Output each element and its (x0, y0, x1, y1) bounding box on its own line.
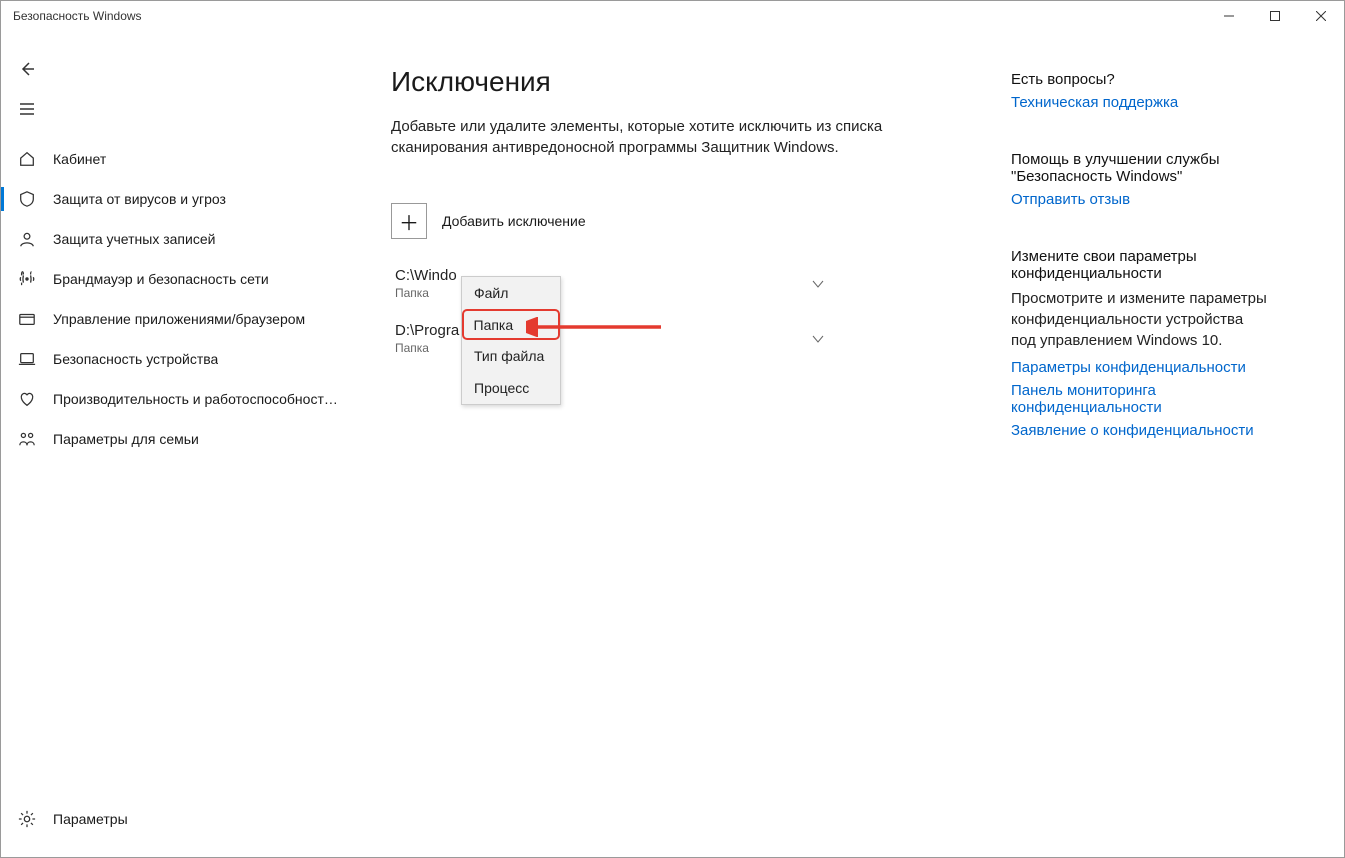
maximize-icon (1270, 11, 1280, 21)
help-text: Просмотрите и измените параметры конфиде… (1011, 288, 1271, 351)
nav-item-settings[interactable]: Параметры (1, 799, 341, 839)
add-exclusion-label: Добавить исключение (442, 213, 586, 229)
back-arrow-icon (19, 61, 35, 77)
window-title: Безопасность Windows (13, 9, 1206, 23)
nav-item-family[interactable]: Параметры для семьи (1, 419, 341, 459)
exclusion-path: C:\Windo (395, 267, 457, 284)
hamburger-icon (19, 101, 35, 117)
help-title: Измените свои параметры конфиденциальнос… (1011, 248, 1271, 282)
menu-item-file[interactable]: Файл (462, 277, 560, 309)
exclusion-kind: Папка (395, 286, 457, 300)
nav-label: Кабинет (53, 151, 106, 167)
menu-item-filetype[interactable]: Тип файла (462, 340, 560, 372)
account-icon (17, 229, 37, 249)
nav-item-device-security[interactable]: Безопасность устройства (1, 339, 341, 379)
app-browser-icon (17, 309, 37, 329)
help-link-feedback[interactable]: Отправить отзыв (1011, 191, 1271, 208)
window: Безопасность Windows Кабинет (0, 0, 1345, 858)
exclusion-path: D:\Progra (395, 322, 459, 339)
main: Исключения Добавьте или удалите элементы… (341, 31, 1344, 857)
device-security-icon (17, 349, 37, 369)
nav-label: Параметры для семьи (53, 431, 199, 447)
chevron-down-icon (811, 332, 825, 346)
gear-icon (17, 809, 37, 829)
nav-item-account[interactable]: Защита учетных записей (1, 219, 341, 259)
nav-label: Защита от вирусов и угроз (53, 191, 226, 207)
nav-label: Параметры (53, 811, 128, 827)
titlebar: Безопасность Windows (1, 1, 1344, 31)
help-section-privacy: Измените свои параметры конфиденциальнос… (1011, 248, 1271, 439)
add-exclusion-button[interactable]: ＋ Добавить исключение (391, 203, 951, 239)
exclusion-kind: Папка (395, 341, 459, 355)
nav-list: Кабинет Защита от вирусов и угроз Защита… (1, 139, 341, 459)
help-section-questions: Есть вопросы? Техническая поддержка (1011, 71, 1271, 111)
heart-icon (17, 389, 37, 409)
nav-label: Защита учетных записей (53, 231, 215, 247)
family-icon (17, 429, 37, 449)
chevron-down-icon (811, 277, 825, 291)
nav-label: Брандмауэр и безопасность сети (53, 271, 269, 287)
minimize-icon (1224, 11, 1234, 21)
exclusion-row[interactable]: D:\Progra Папка (395, 314, 825, 369)
help-column: Есть вопросы? Техническая поддержка Помо… (1011, 66, 1271, 857)
network-icon (17, 269, 37, 289)
nav-item-firewall[interactable]: Брандмауэр и безопасность сети (1, 259, 341, 299)
nav-label: Производительность и работоспособность у… (53, 391, 341, 407)
help-section-improve: Помощь в улучшении службы "Безопасность … (1011, 151, 1271, 208)
add-exclusion-menu: Файл Папка Тип файла Процесс (461, 276, 561, 405)
hamburger-button[interactable] (1, 89, 341, 129)
home-icon (17, 149, 37, 169)
help-link-support[interactable]: Техническая поддержка (1011, 94, 1271, 111)
plus-icon: ＋ (391, 203, 427, 239)
help-link-privacy-settings[interactable]: Параметры конфиденциальности (1011, 359, 1271, 376)
help-title: Помощь в улучшении службы "Безопасность … (1011, 151, 1271, 185)
window-maximize-button[interactable] (1252, 1, 1298, 31)
help-link-privacy-statement[interactable]: Заявление о конфиденциальности (1011, 422, 1271, 439)
page-description: Добавьте или удалите элементы, которые х… (391, 116, 911, 158)
help-link-privacy-dashboard[interactable]: Панель мониторинга конфиденциальности (1011, 382, 1271, 416)
window-minimize-button[interactable] (1206, 1, 1252, 31)
window-close-button[interactable] (1298, 1, 1344, 31)
nav-label: Управление приложениями/браузером (53, 311, 305, 327)
content: Исключения Добавьте или удалите элементы… (391, 66, 951, 857)
nav-item-performance[interactable]: Производительность и работоспособность у… (1, 379, 341, 419)
exclusion-row[interactable]: C:\Windo Папка (395, 259, 825, 314)
menu-item-process[interactable]: Процесс (462, 372, 560, 404)
sidebar: Кабинет Защита от вирусов и угроз Защита… (1, 31, 341, 857)
close-icon (1316, 11, 1326, 21)
back-button[interactable] (1, 49, 341, 89)
help-title: Есть вопросы? (1011, 71, 1271, 88)
nav-item-app-browser[interactable]: Управление приложениями/браузером (1, 299, 341, 339)
nav-item-home[interactable]: Кабинет (1, 139, 341, 179)
nav-label: Безопасность устройства (53, 351, 218, 367)
menu-item-folder[interactable]: Папка (462, 309, 560, 340)
page-title: Исключения (391, 66, 951, 98)
body: Кабинет Защита от вирусов и угроз Защита… (1, 31, 1344, 857)
nav-item-virus[interactable]: Защита от вирусов и угроз (1, 179, 341, 219)
shield-icon (17, 189, 37, 209)
